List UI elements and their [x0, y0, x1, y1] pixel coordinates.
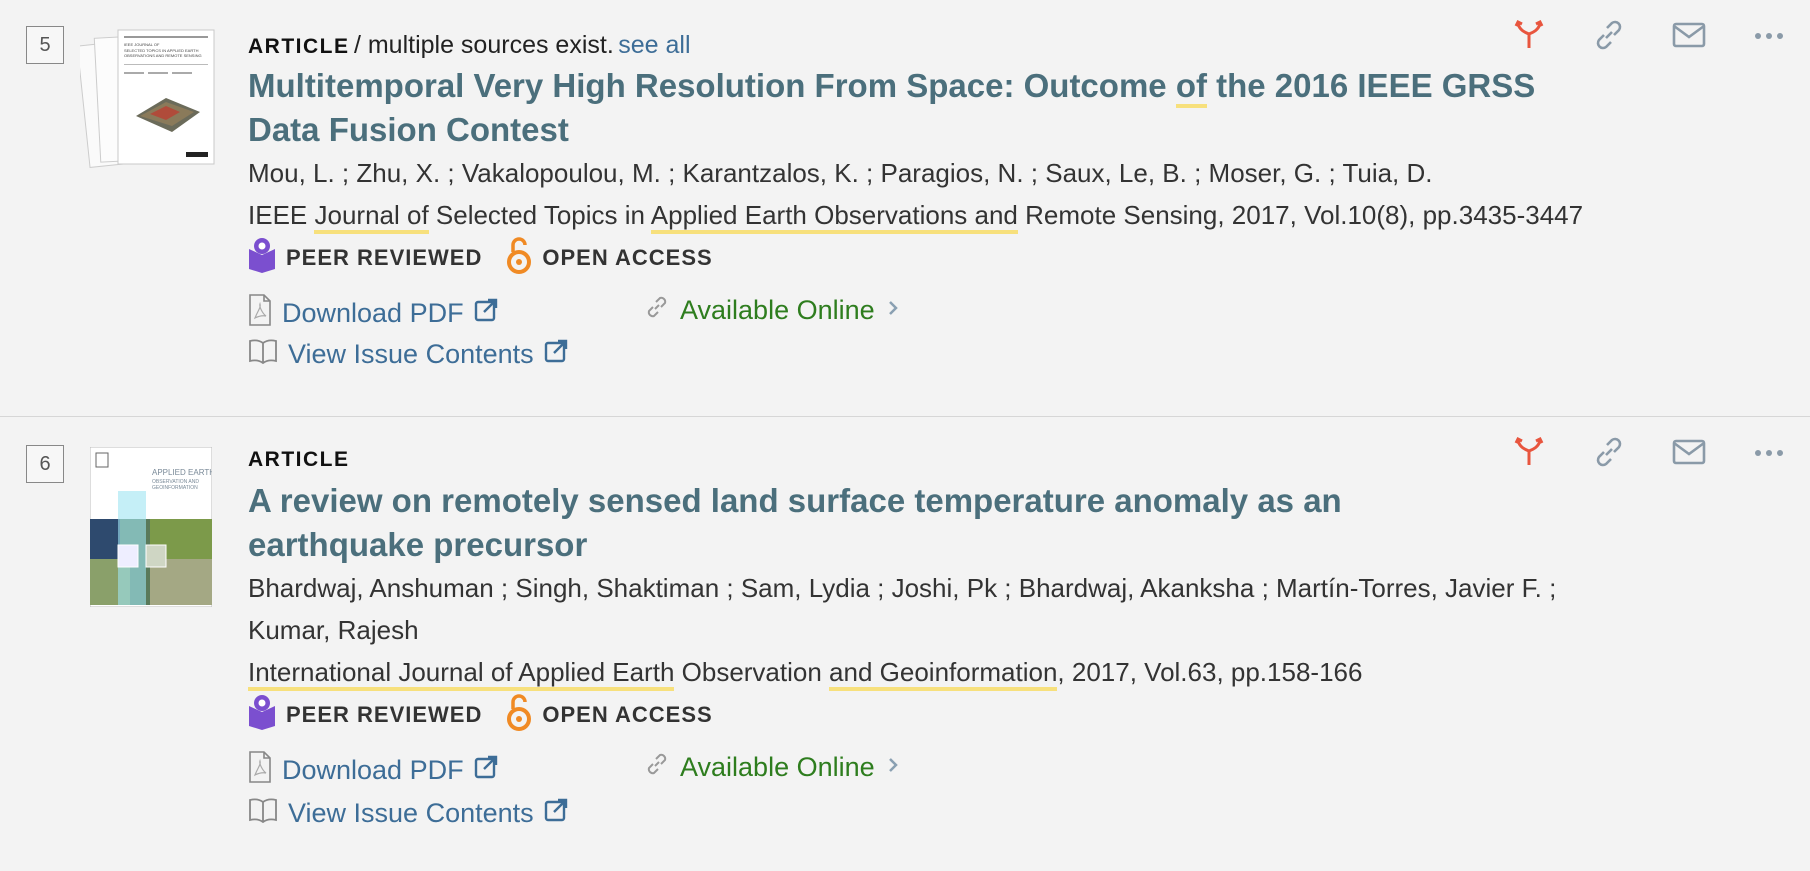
external-link-icon — [544, 339, 568, 370]
source-note: / multiple sources exist. — [353, 31, 614, 59]
peer-reviewed-badge: PEER REVIEWED — [248, 237, 482, 279]
available-online-label: Available Online — [680, 752, 875, 782]
source-highlight: and Geoinformation — [829, 657, 1058, 691]
peer-reviewed-icon — [248, 237, 276, 279]
open-access-icon — [506, 236, 532, 280]
permalink-button[interactable] — [1590, 18, 1628, 56]
peer-reviewed-icon — [248, 694, 276, 736]
open-access-badge: OPEN ACCESS — [506, 236, 712, 280]
peer-reviewed-badge: PEER REVIEWED — [248, 694, 482, 736]
view-issue-contents-link[interactable]: View Issue Contents — [248, 338, 568, 371]
result-item: 6 APPLIED EARTH OBSERVATION AND GEOINFOR… — [0, 417, 1810, 871]
available-online-link[interactable]: Available Online — [644, 751, 901, 784]
authors-line2: Kumar, Rajesh — [248, 615, 419, 645]
more-icon — [1754, 445, 1784, 463]
view-issue-contents-link[interactable]: View Issue Contents — [248, 797, 568, 830]
result-type: ARTICLE — [248, 448, 350, 471]
link-icon — [644, 294, 670, 327]
peer-reviewed-label: PEER REVIEWED — [286, 702, 483, 727]
external-link-icon — [474, 298, 498, 329]
result-actions — [1510, 18, 1788, 56]
title-text: the 2016 IEEE GRSS — [1206, 67, 1536, 104]
email-button[interactable] — [1670, 435, 1708, 473]
cite-button[interactable] — [1510, 435, 1548, 473]
source-text: IEEE — [248, 200, 315, 230]
cite-button[interactable] — [1510, 18, 1548, 56]
cite-icon — [1514, 436, 1544, 472]
download-pdf-link[interactable]: Download PDF — [248, 751, 498, 790]
title-text: Multitemporal Very High Resolution From … — [248, 67, 1176, 104]
open-access-icon — [506, 693, 532, 737]
source-highlight: Journal of — [314, 200, 429, 234]
badges: PEER REVIEWED OPEN ACCESS — [248, 236, 1690, 280]
pdf-icon — [248, 294, 272, 333]
authors: Mou, L. ; Zhu, X. ; Vakalopoulou, M. ; K… — [248, 158, 1433, 188]
book-icon — [248, 338, 278, 371]
result-content: ARTICLE A review on remotely sensed land… — [248, 441, 1690, 837]
svg-text:IEEE JOURNAL OF: IEEE JOURNAL OF — [124, 42, 160, 47]
result-item: 5 IEEE JOURNAL OF SELECTED TOPICS IN APP… — [0, 0, 1810, 417]
more-actions-button[interactable] — [1750, 435, 1788, 473]
cover-thumbnail[interactable]: APPLIED EARTH OBSERVATION AND GEOINFORMA… — [89, 446, 215, 608]
result-content: ARTICLE / multiple sources exist. see al… — [248, 26, 1690, 380]
open-access-label: OPEN ACCESS — [542, 702, 713, 727]
external-link-icon — [474, 755, 498, 786]
result-title[interactable]: A review on remotely sensed land surface… — [248, 479, 1690, 523]
result-title-line2[interactable]: earthquake precursor — [248, 523, 1690, 567]
publication-source: IEEE Journal of Selected Topics in Appli… — [248, 194, 1690, 236]
chevron-right-icon — [885, 752, 901, 783]
result-type: ARTICLE — [248, 35, 350, 58]
cover-thumbnail[interactable]: IEEE JOURNAL OF SELECTED TOPICS IN APPLI… — [76, 28, 218, 170]
open-access-badge: OPEN ACCESS — [506, 693, 712, 737]
result-number: 5 — [26, 26, 64, 64]
source-text: Remote Sensing, 2017, Vol.10(8), pp.3435… — [1017, 200, 1584, 230]
available-online-label: Available Online — [680, 295, 875, 325]
result-title-line2[interactable]: Data Fusion Contest — [248, 108, 1690, 152]
download-pdf-label: Download PDF — [282, 298, 464, 328]
peer-reviewed-label: PEER REVIEWED — [286, 245, 483, 270]
link-icon — [644, 751, 670, 784]
open-access-label: OPEN ACCESS — [542, 245, 713, 270]
source-text: Observation — [674, 657, 830, 687]
view-issue-label: View Issue Contents — [288, 339, 534, 369]
permalink-icon — [1593, 19, 1625, 56]
source-text: , 2017, Vol.63, pp.158-166 — [1057, 657, 1363, 687]
see-all-link[interactable]: see all — [618, 31, 690, 59]
more-actions-button[interactable] — [1750, 18, 1788, 56]
source-text: Selected Topics in — [428, 200, 651, 230]
source-highlight: Applied Earth Observations and — [650, 200, 1018, 234]
svg-text:GEOINFORMATION: GEOINFORMATION — [152, 485, 198, 491]
result-number: 6 — [26, 445, 64, 483]
external-link-icon — [544, 798, 568, 829]
view-issue-label: View Issue Contents — [288, 798, 534, 828]
svg-text:APPLIED EARTH: APPLIED EARTH — [152, 468, 212, 477]
publication-source: International Journal of Applied Earth O… — [248, 651, 1690, 693]
available-online-link[interactable]: Available Online — [644, 294, 901, 327]
download-pdf-link[interactable]: Download PDF — [248, 294, 498, 333]
permalink-button[interactable] — [1590, 435, 1628, 473]
pdf-icon — [248, 751, 272, 790]
authors: Bhardwaj, Anshuman ; Singh, Shaktiman ; … — [248, 573, 1557, 603]
download-pdf-label: Download PDF — [282, 755, 464, 785]
chevron-right-icon — [885, 295, 901, 326]
more-icon — [1754, 28, 1784, 46]
result-links: Download PDF Available Online View Issue… — [248, 290, 1690, 380]
source-highlight: International Journal of Applied Earth — [248, 657, 675, 691]
book-icon — [248, 797, 278, 830]
result-links: Download PDF Available Online View Issue… — [248, 747, 1690, 837]
email-icon — [1672, 22, 1706, 53]
result-title[interactable]: Multitemporal Very High Resolution From … — [248, 64, 1690, 108]
badges: PEER REVIEWED OPEN ACCESS — [248, 693, 1690, 737]
cite-icon — [1514, 19, 1544, 55]
email-button[interactable] — [1670, 18, 1708, 56]
email-icon — [1672, 439, 1706, 470]
permalink-icon — [1593, 436, 1625, 473]
title-highlight: of — [1175, 67, 1207, 108]
svg-text:OBSERVATIONS AND REMOTE SENSIN: OBSERVATIONS AND REMOTE SENSING — [124, 53, 202, 58]
result-actions — [1510, 435, 1788, 473]
